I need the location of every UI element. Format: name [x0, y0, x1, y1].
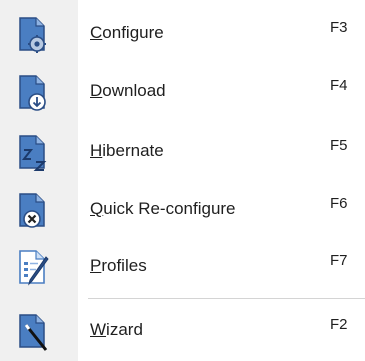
doc-download-icon — [14, 74, 50, 112]
shortcut-key: F3 — [330, 19, 348, 36]
context-menu: Configure F3 Download F4 Hibernate F5 Qu… — [0, 0, 365, 361]
menu-item-label: Configure — [90, 23, 164, 42]
menu-item-label: Download — [90, 81, 166, 100]
menu-item-label: Hibernate — [90, 141, 164, 160]
doc-sleep-icon — [14, 134, 50, 172]
doc-wand-icon — [14, 313, 50, 351]
doc-pen-icon — [14, 249, 50, 287]
menu-item-label: Quick Re-configure — [90, 199, 236, 218]
menu-item-hibernate[interactable]: Hibernate F5 — [0, 126, 365, 178]
menu-item-profiles[interactable]: Profiles F7 — [0, 241, 365, 293]
menu-item-label: Wizard — [90, 320, 143, 339]
menu-item-wizard[interactable]: Wizard F2 — [0, 305, 365, 357]
doc-cancel-icon — [14, 192, 50, 230]
shortcut-key: F2 — [330, 316, 348, 333]
menu-item-download[interactable]: Download F4 — [0, 66, 365, 118]
menu-item-label: Profiles — [90, 256, 147, 275]
menu-item-quick-reconfigure[interactable]: Quick Re-configure F6 — [0, 184, 365, 236]
menu-item-configure[interactable]: Configure F3 — [0, 8, 365, 60]
menu-separator — [88, 298, 365, 299]
doc-gear-icon — [14, 16, 50, 54]
shortcut-key: F5 — [330, 137, 348, 154]
shortcut-key: F6 — [330, 195, 348, 212]
shortcut-key: F4 — [330, 77, 348, 94]
shortcut-key: F7 — [330, 252, 348, 269]
